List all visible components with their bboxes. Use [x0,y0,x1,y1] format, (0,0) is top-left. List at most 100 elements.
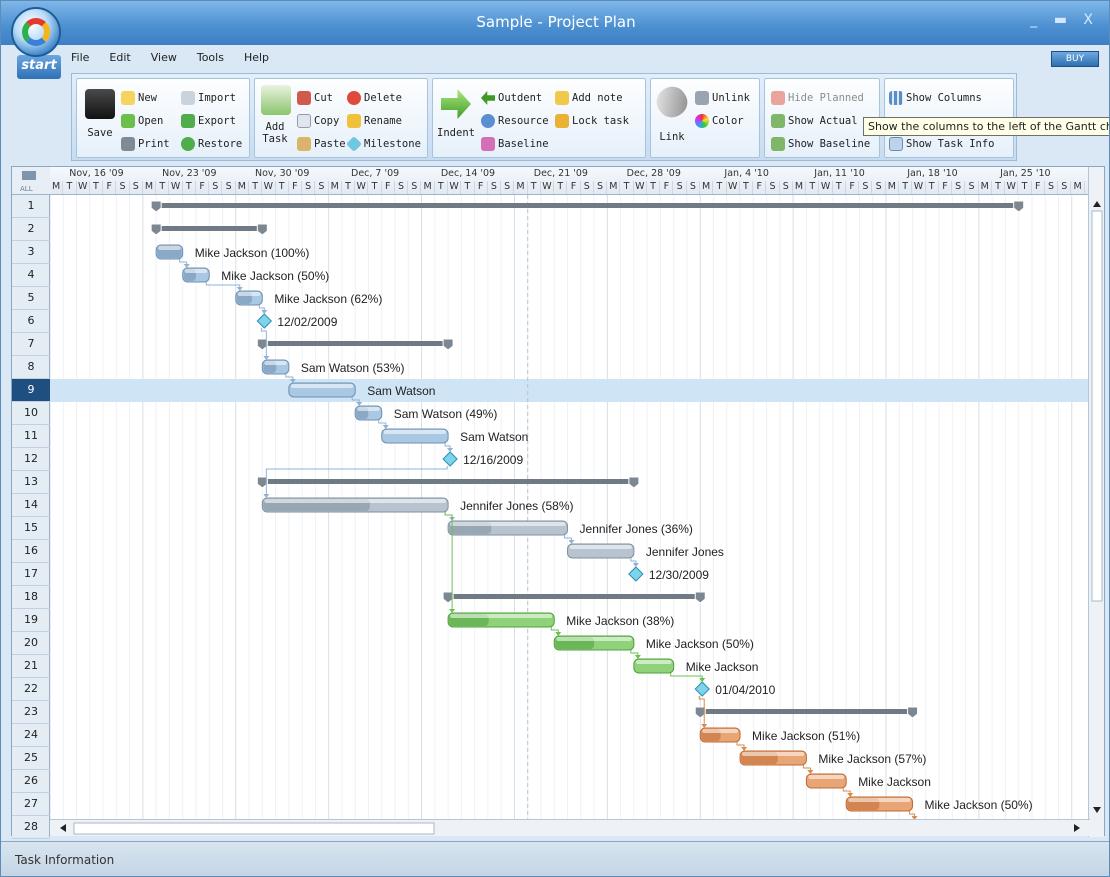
row-number[interactable]: 28 [12,816,50,839]
row-number[interactable]: 27 [12,793,50,816]
row-number[interactable]: 15 [12,517,50,540]
row-number[interactable]: 10 [12,402,50,425]
milestone-button[interactable]: Milestone [346,136,421,152]
day-label: T [554,181,568,194]
milestone-marker[interactable] [628,566,644,582]
start-button[interactable]: start [17,55,61,79]
vertical-scroll-thumb[interactable] [1091,210,1103,602]
row-number[interactable]: 3 [12,241,50,264]
gantt-bars-area[interactable]: Mike Jackson (100%) Mike Jackson (50%) Mik… [50,195,1090,819]
task-gloss [383,430,447,434]
cut-button[interactable]: Cut [297,91,333,105]
outdent-button[interactable]: Outdent [481,91,542,105]
restore-button[interactable]: Restore [181,137,242,151]
task-label: Mike Jackson [858,775,931,789]
row-number[interactable]: 7 [12,333,50,356]
resource-icon [481,114,495,128]
dependency-link [205,282,241,291]
vertical-scrollbar[interactable] [1088,167,1104,837]
unlink-button[interactable]: Unlink [695,91,750,105]
row-number[interactable]: 23 [12,701,50,724]
print-button[interactable]: Print [121,137,170,151]
show-baseline-button[interactable]: Show Baseline [771,137,870,151]
menu-file[interactable]: File [71,47,89,69]
indent-button[interactable]: Indent [433,127,479,139]
row-number[interactable]: 12 [12,448,50,471]
task-information-panel[interactable]: Task Information [1,841,1109,876]
scroll-left-icon[interactable] [60,824,66,832]
row-number[interactable]: 9 [12,379,50,402]
row-number[interactable]: 5 [12,287,50,310]
day-label: S [780,181,793,194]
milestone-marker[interactable] [694,681,710,697]
lock-task-button[interactable]: Lock task [555,114,629,128]
scroll-right-icon[interactable] [1074,824,1080,832]
menu-tools[interactable]: Tools [197,47,224,69]
link-chain-icon [651,81,693,123]
day-label: S [872,181,886,194]
row-number[interactable]: 16 [12,540,50,563]
row-number[interactable]: 1 [12,195,50,218]
row-number[interactable]: 6 [12,310,50,333]
row-number[interactable]: 20 [12,632,50,655]
window-controls[interactable]: _ ▬ X [1030,12,1099,28]
row-number[interactable]: 25 [12,747,50,770]
show-actual-button[interactable]: Show Actual [771,114,858,128]
summary-bar[interactable] [262,479,634,484]
baseline-button[interactable]: Baseline [481,137,549,151]
summary-end-cap [628,476,640,489]
delete-button[interactable]: Delete [347,91,402,105]
scroll-up-icon[interactable] [1093,201,1101,207]
show-task-info-button[interactable]: Show Task Info [889,137,995,151]
row-number[interactable]: 4 [12,264,50,287]
day-label: T [740,181,754,194]
horizontal-scrollbar[interactable] [50,819,1090,836]
show-columns-button[interactable]: Show Columns [889,91,982,105]
buy-button[interactable]: BUY [1051,51,1099,67]
row-number[interactable]: 8 [12,356,50,379]
row-number[interactable]: 13 [12,471,50,494]
row-number[interactable]: 11 [12,425,50,448]
milestone-marker[interactable] [442,451,458,467]
task-gloss [450,522,566,526]
menu-edit[interactable]: Edit [109,47,130,69]
select-all-corner[interactable]: ALL [12,167,50,195]
paste-button[interactable]: Paste [297,137,346,151]
open-button[interactable]: Open [121,114,163,128]
summary-bar[interactable] [156,226,263,231]
row-number[interactable]: 14 [12,494,50,517]
summary-bar[interactable] [156,203,1019,208]
resource-button[interactable]: Resource [481,114,549,128]
rename-button[interactable]: Rename [347,114,402,128]
row-number[interactable]: 19 [12,609,50,632]
scroll-down-icon[interactable] [1093,807,1101,813]
menu-view[interactable]: View [151,47,177,69]
new-button[interactable]: New [121,91,157,105]
row-number[interactable]: 17 [12,563,50,586]
summary-bar[interactable] [700,709,913,714]
baseline-icon [481,137,495,151]
milestone-marker[interactable] [256,313,273,329]
task-gloss [450,614,553,618]
row-number[interactable]: 24 [12,724,50,747]
row-number[interactable]: 22 [12,678,50,701]
add-note-button[interactable]: Add note [555,91,623,105]
color-button[interactable]: Color [695,114,744,128]
import-button[interactable]: Import [181,91,236,105]
add-task-button[interactable]: Add Task [257,121,293,145]
copy-button[interactable]: Copy [297,114,339,128]
app-orb-icon[interactable] [11,7,61,57]
summary-end-cap [256,223,268,236]
menu-help[interactable]: Help [244,47,269,69]
horizontal-scroll-thumb[interactable] [73,822,435,835]
save-button[interactable]: Save [81,127,119,139]
row-number[interactable]: 21 [12,655,50,678]
link-button[interactable]: Link [651,131,693,143]
summary-bar[interactable] [262,341,449,346]
row-number[interactable]: 18 [12,586,50,609]
row-number[interactable]: 2 [12,218,50,241]
summary-bar[interactable] [448,594,701,599]
row-number[interactable]: 26 [12,770,50,793]
hide-planned-button[interactable]: Hide Planned [771,91,864,105]
export-button[interactable]: Export [181,114,236,128]
